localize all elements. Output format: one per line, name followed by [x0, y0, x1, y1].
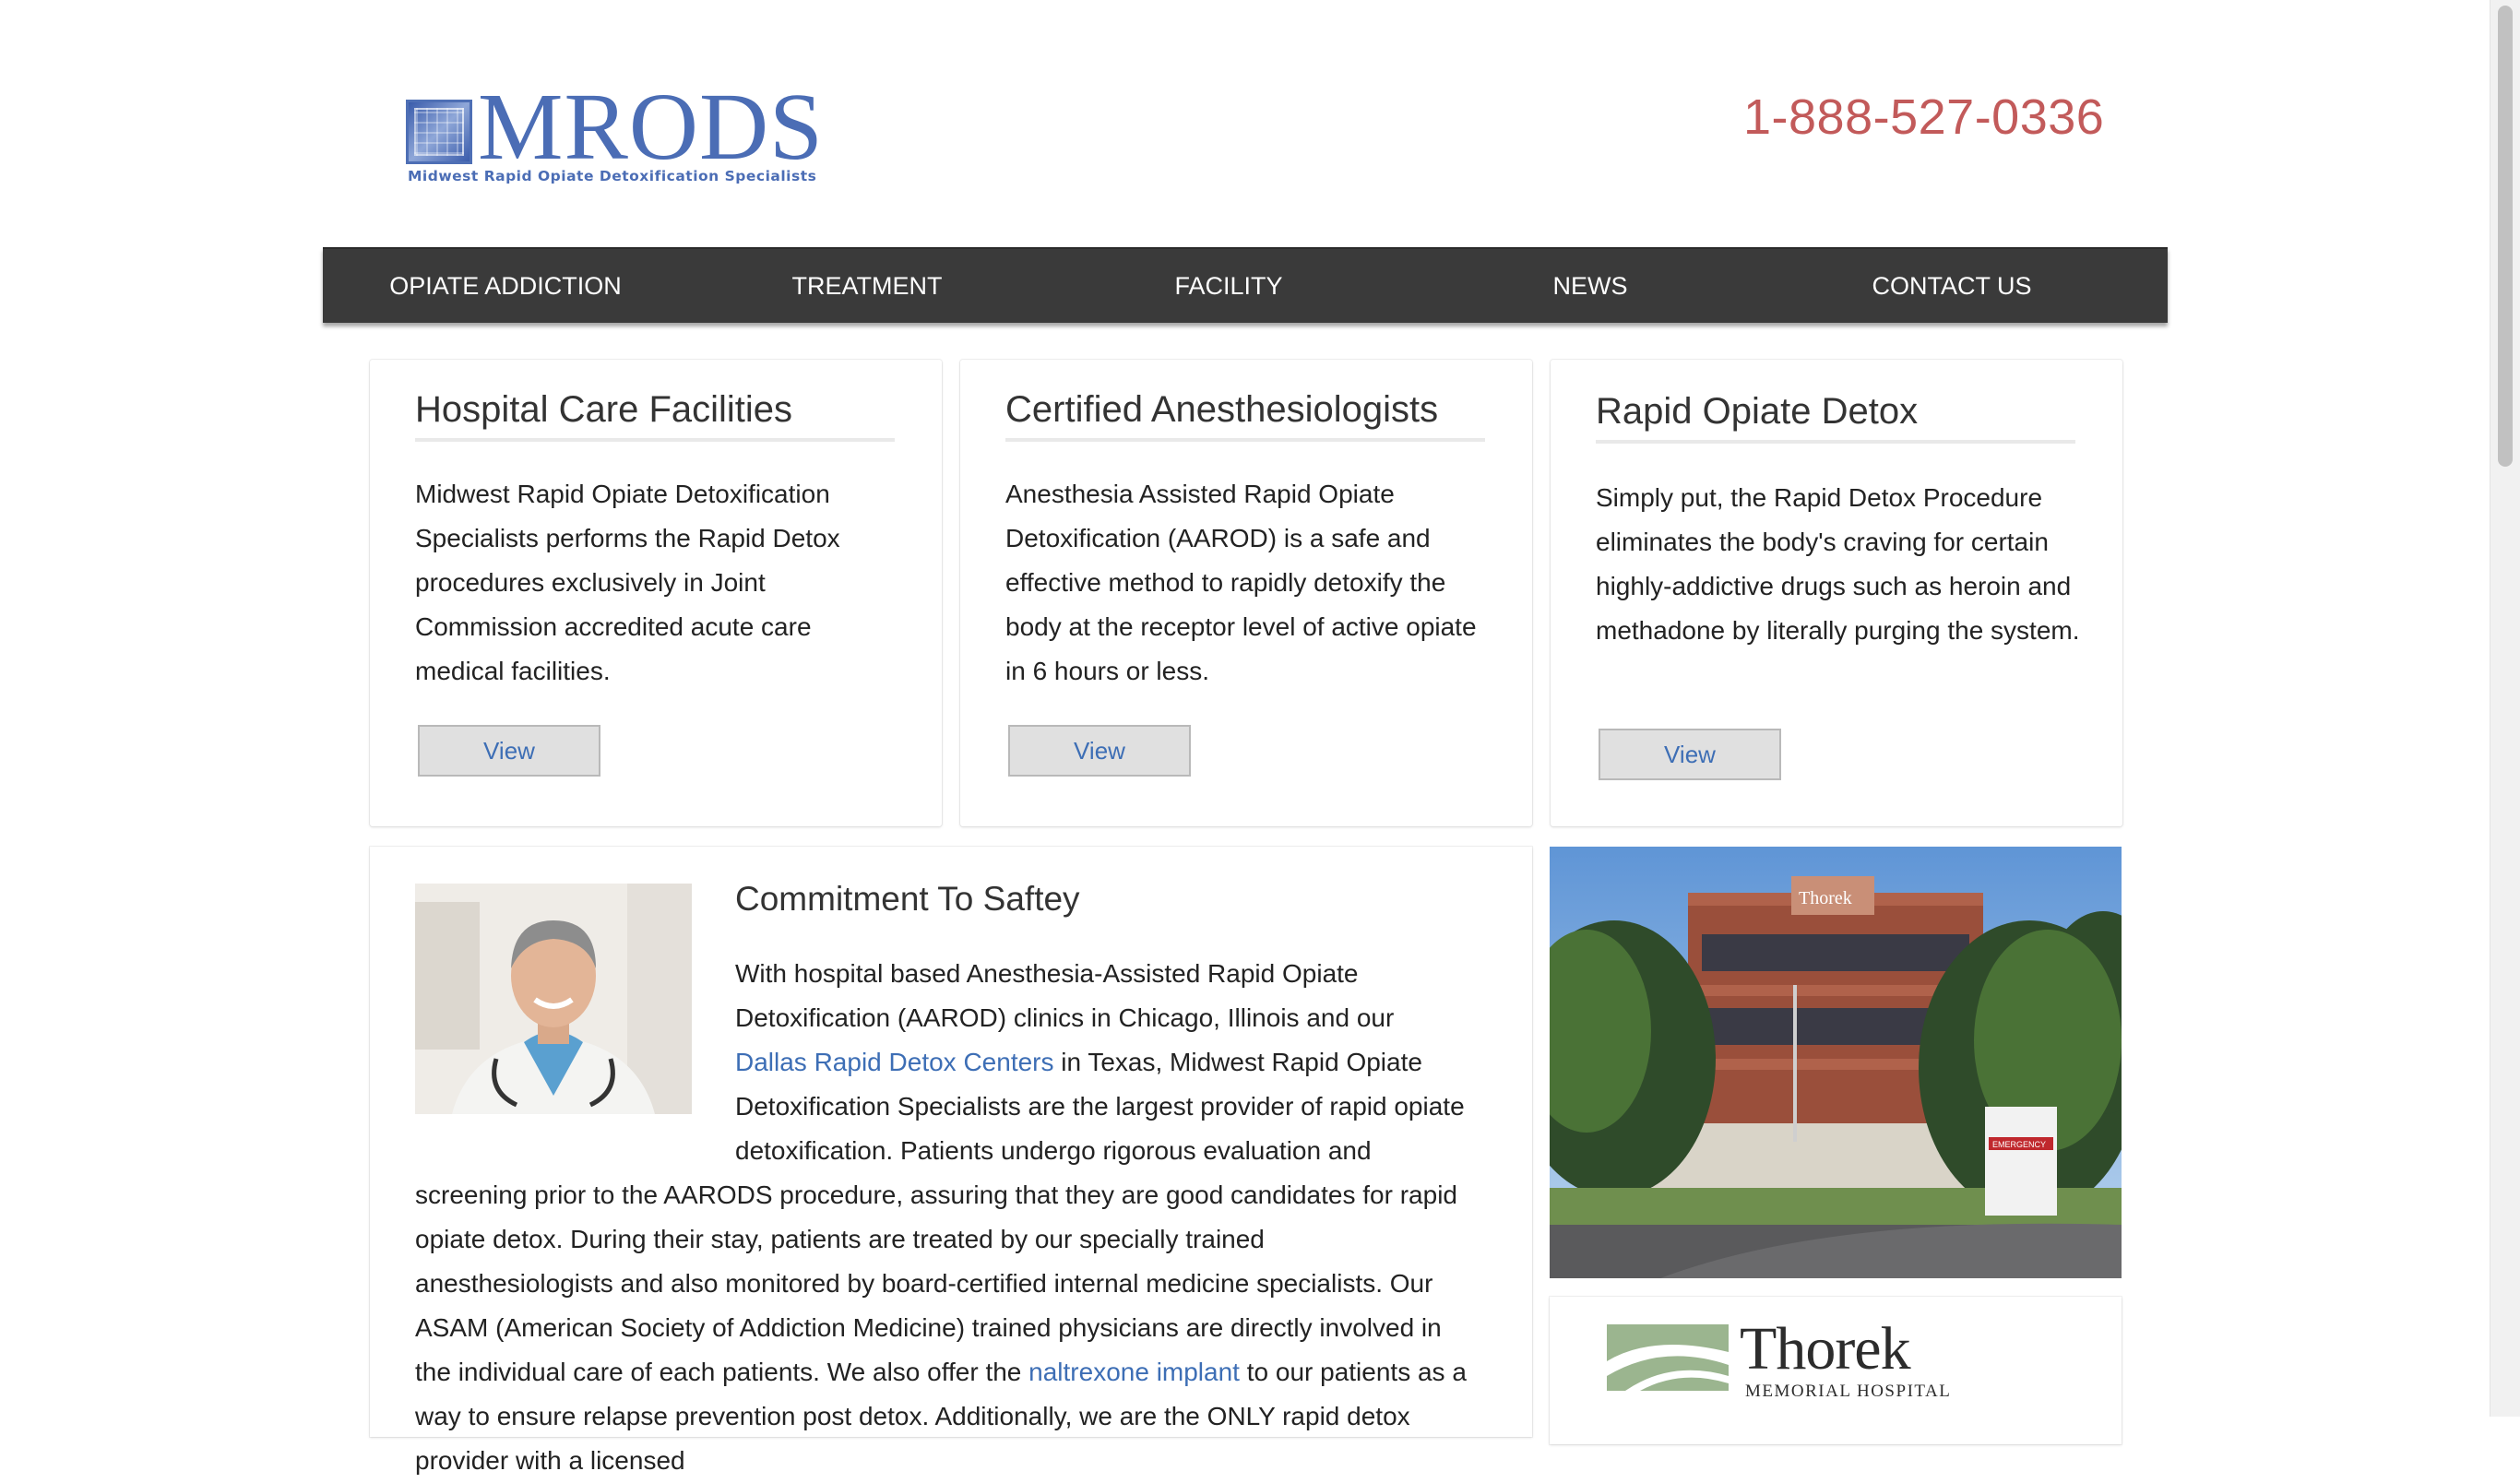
- nav-item-treatment[interactable]: TREATMENT: [686, 249, 1048, 323]
- card-text: Midwest Rapid Opiate Detoxification Spec…: [415, 480, 840, 685]
- card-title: Hospital Care Facilities: [415, 389, 895, 442]
- logo-wordmark: MRODS: [478, 74, 824, 180]
- commitment-text: With hospital based Anesthesia-Assisted …: [415, 952, 1467, 1483]
- naltrexone-implant-link[interactable]: naltrexone implant: [1028, 1358, 1240, 1386]
- thorek-subtitle: MEMORIAL HOSPITAL: [1745, 1382, 1952, 1401]
- nav-item-news[interactable]: NEWS: [1409, 249, 1771, 323]
- nav-item-opiate-addiction[interactable]: OPIATE ADDICTION: [325, 249, 686, 323]
- card-text: Anesthesia Assisted Rapid Opiate Detoxif…: [1005, 480, 1477, 685]
- main-nav: OPIATE ADDICTION TREATMENT FACILITY NEWS…: [323, 247, 2168, 323]
- card-view-button[interactable]: View: [1008, 725, 1191, 777]
- hospital-building-photo: Thorek EMERGENCY: [1550, 847, 2122, 1278]
- card-rapid-opiate-detox: Rapid Opiate Detox Simply put, the Rapid…: [1551, 360, 2122, 826]
- card-text: Simply put, the Rapid Detox Procedure el…: [1596, 483, 2080, 645]
- card-title: Certified Anesthesiologists: [1005, 389, 1485, 442]
- nav-item-facility[interactable]: FACILITY: [1048, 249, 1409, 323]
- nav-item-contact-us[interactable]: CONTACT US: [1771, 249, 2133, 323]
- thorek-wordmark: Thorek: [1740, 1315, 1911, 1382]
- building-sign-text: Thorek: [1799, 888, 1852, 908]
- card-certified-anesthesiologists: Certified Anesthesiologists Anesthesia A…: [960, 360, 1532, 826]
- thorek-wave-icon: [1607, 1324, 1729, 1391]
- commitment-title: Commitment To Saftey: [735, 880, 1080, 918]
- dallas-rapid-detox-link[interactable]: Dallas Rapid Detox Centers: [735, 1048, 1054, 1076]
- phone-number[interactable]: 1-888-527-0336: [1743, 89, 2104, 146]
- commitment-section: Commitment To Saftey With hospital based…: [370, 847, 1532, 1475]
- emergency-sign-text: EMERGENCY: [1992, 1140, 2046, 1149]
- card-view-button[interactable]: View: [418, 725, 600, 777]
- logo-grid-icon: [406, 100, 472, 164]
- card-title: Rapid Opiate Detox: [1596, 391, 2075, 444]
- card-hospital-care: Hospital Care Facilities Midwest Rapid O…: [370, 360, 942, 826]
- card-view-button[interactable]: View: [1599, 729, 1781, 780]
- site-logo[interactable]: MRODS Midwest Rapid Opiate Detoxificatio…: [406, 79, 823, 189]
- thorek-logo-card[interactable]: Thorek MEMORIAL HOSPITAL: [1550, 1297, 2122, 1444]
- vertical-scrollbar[interactable]: [2490, 0, 2520, 1417]
- scrollbar-thumb[interactable]: [2498, 6, 2513, 467]
- image-spacer: [415, 952, 735, 1173]
- logo-tagline: Midwest Rapid Opiate Detoxification Spec…: [408, 168, 817, 184]
- page: MRODS Midwest Rapid Opiate Detoxificatio…: [0, 0, 2490, 1475]
